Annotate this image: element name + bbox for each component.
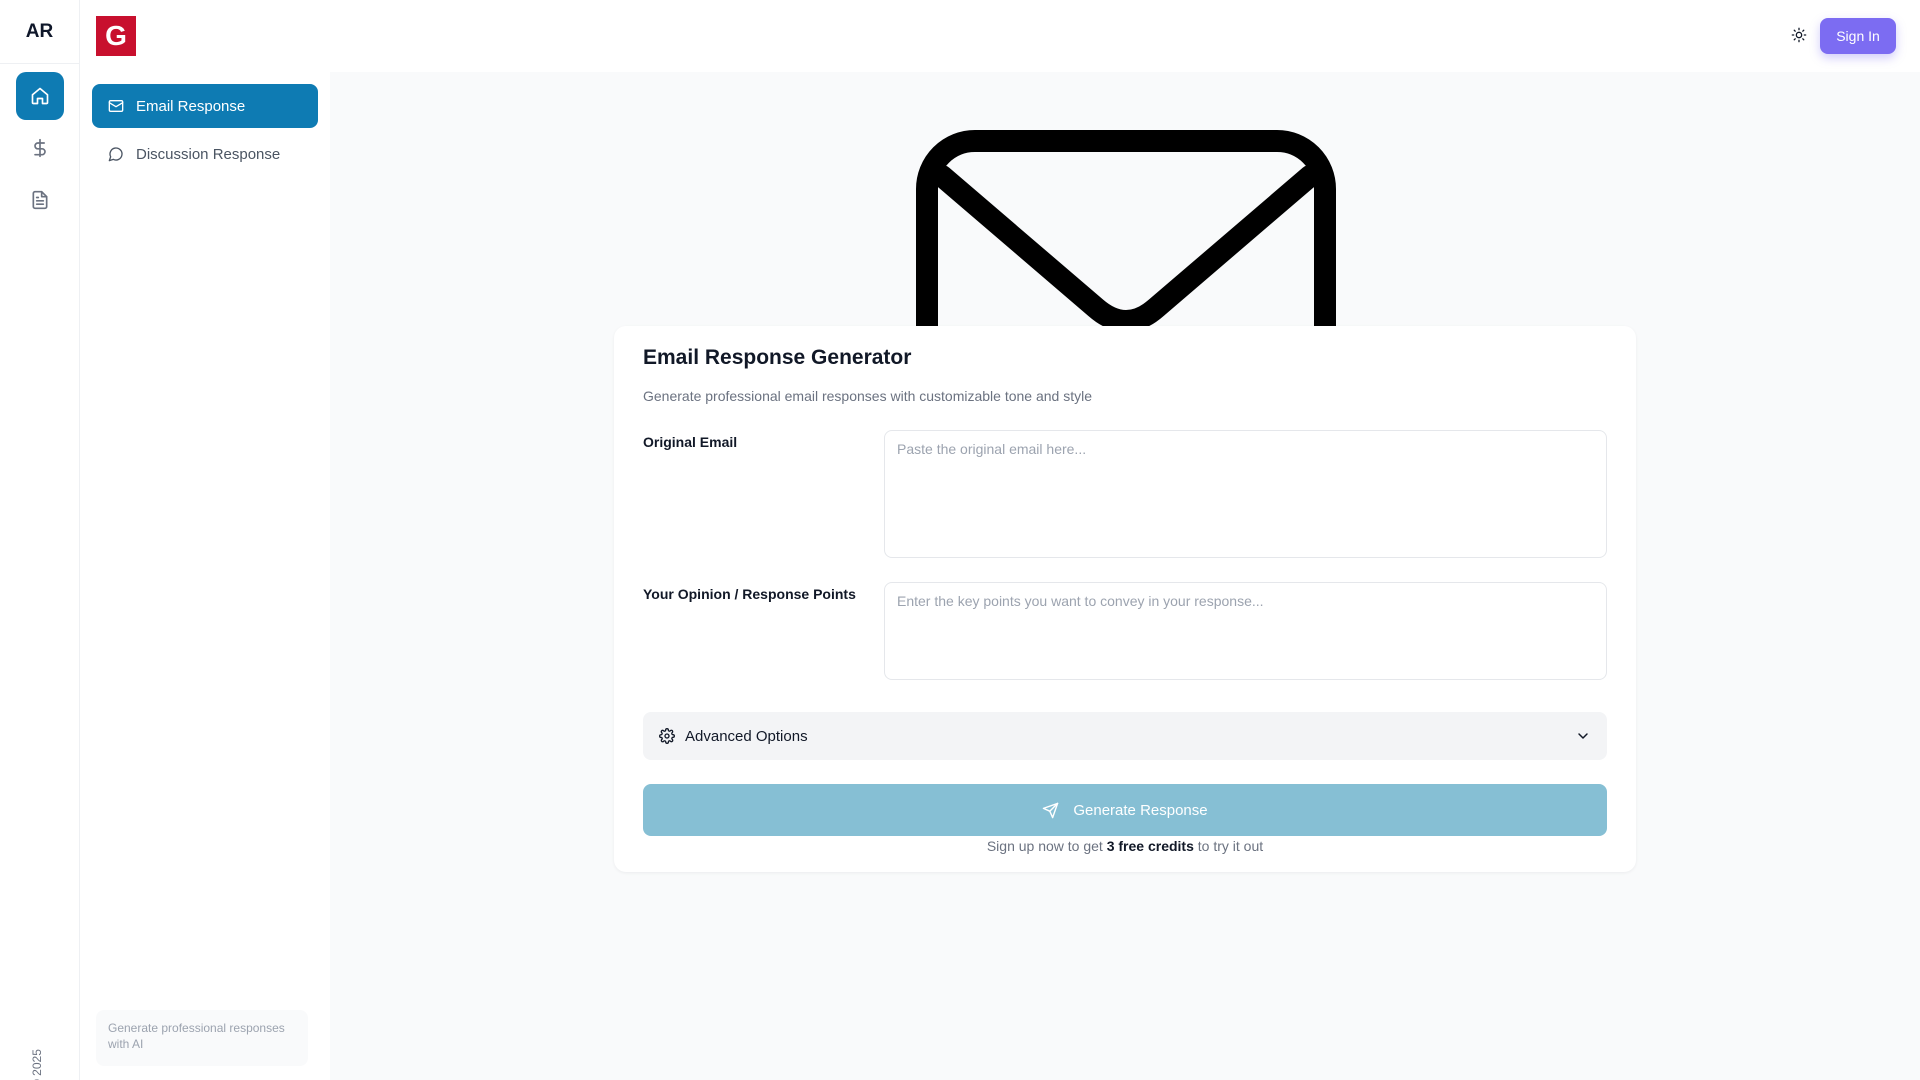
sign-in-button[interactable]: Sign In	[1820, 18, 1896, 54]
dollar-icon	[34, 138, 46, 158]
gear-icon	[659, 728, 675, 744]
nav-documents-button[interactable]	[16, 176, 64, 224]
signup-note: Sign up now to get 3 free credits to try…	[614, 838, 1636, 854]
sidebar-item-label: Discussion Response	[136, 145, 281, 163]
app-logo[interactable]: AR	[0, 0, 79, 64]
original-email-textarea[interactable]	[884, 430, 1607, 558]
home-icon	[31, 87, 49, 105]
chevron-down-icon	[1578, 733, 1588, 739]
generate-response-label: Generate Response	[1073, 801, 1208, 819]
email-generator-card: Email Response Generator Generate profes…	[614, 326, 1636, 872]
opinion-textarea[interactable]	[884, 582, 1607, 680]
card-title: Email Response Generator	[643, 346, 912, 369]
hero-mail-icon	[916, 130, 1336, 326]
icon-rail: AR © 2025	[0, 0, 80, 1080]
nav-home-button[interactable]	[16, 72, 64, 120]
advanced-options-toggle[interactable]: Advanced Options	[643, 712, 1607, 760]
mail-icon	[108, 100, 124, 112]
copyright-text: © 2025	[30, 1049, 44, 1080]
card-description: Generate professional email responses wi…	[643, 388, 1093, 404]
sidebar-item-discussion-response[interactable]: Discussion Response	[92, 132, 318, 176]
tool-sidebar: Email Response Discussion Response Gener…	[80, 72, 330, 1080]
sidebar-item-email-response[interactable]: Email Response	[92, 84, 318, 128]
nav-pricing-button[interactable]	[16, 124, 64, 172]
brand-logo[interactable]: G	[96, 16, 136, 56]
theme-toggle-button[interactable]	[1788, 24, 1810, 46]
chat-bubble-icon	[108, 147, 123, 162]
send-icon	[1043, 802, 1059, 818]
opinion-label: Your Opinion / Response Points	[643, 586, 856, 602]
original-email-label: Original Email	[643, 434, 738, 450]
sidebar-item-label: Email Response	[136, 97, 246, 115]
top-header: G Sign In	[80, 0, 1920, 72]
signup-prefix: Sign up now to get	[986, 838, 1107, 854]
advanced-options-label: Advanced Options	[685, 727, 808, 745]
sun-icon	[1791, 27, 1807, 43]
document-icon	[32, 190, 48, 210]
generate-response-button[interactable]: Generate Response	[643, 784, 1607, 836]
sidebar-footer-note: Generate professional responses with AI	[96, 1010, 308, 1066]
free-credits-highlight: 3 free credits	[1106, 838, 1194, 854]
signup-suffix: to try it out	[1193, 838, 1264, 854]
